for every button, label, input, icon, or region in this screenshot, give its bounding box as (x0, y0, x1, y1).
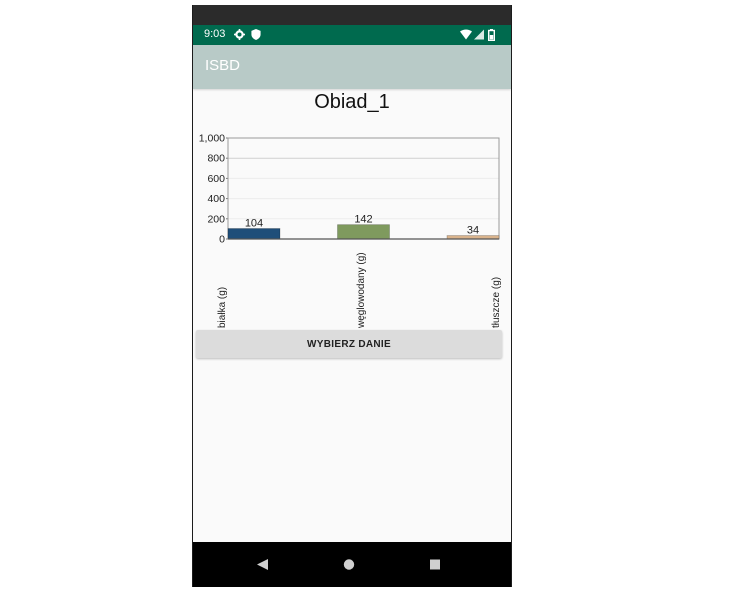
chart-title: Obiad_1 (314, 91, 390, 113)
gear-icon (234, 29, 245, 43)
status-time: 9:03 (204, 28, 226, 40)
home-icon[interactable] (319, 542, 379, 587)
y-tick-label: 400 (207, 193, 225, 205)
app-screen: 9:03 ISBD Obiad_1 0 200 400 600 800 1,000 (193, 5, 511, 587)
phone-frame: 9:03 ISBD Obiad_1 0 200 400 600 800 1,000 (192, 5, 512, 587)
choose-dish-button[interactable]: WYBIERZ DANIE (196, 330, 502, 358)
y-tick-label: 0 (219, 234, 225, 246)
bar (227, 228, 281, 240)
y-tick-label: 200 (207, 213, 225, 225)
y-tick-label: 1,000 (199, 133, 225, 145)
app-title: ISBD (205, 57, 241, 74)
x-tick-label: białka (g) (217, 287, 228, 328)
navigation-bar (193, 542, 511, 587)
y-tick-label: 600 (207, 173, 225, 185)
recents-icon[interactable] (405, 542, 465, 587)
bar (337, 224, 390, 240)
back-icon[interactable] (233, 542, 293, 587)
signal-icon (474, 29, 484, 43)
nutrition-bar-chart: 0 200 400 600 800 1,000 104 142 34 białka (g) wę… (199, 133, 502, 330)
x-tick-label: tłuszcze (g) (491, 277, 502, 328)
data-label: 34 (467, 225, 479, 237)
data-label: 104 (245, 217, 263, 229)
battery-icon (487, 29, 495, 44)
data-label: 142 (354, 214, 372, 226)
x-tick-label: węglowodany (g) (356, 252, 367, 329)
status-bar: 9:03 (193, 25, 511, 45)
shield-icon (251, 29, 261, 43)
top-bezel (193, 5, 511, 25)
y-tick-label: 800 (207, 153, 225, 165)
app-bar: ISBD (193, 45, 511, 89)
wifi-icon (460, 29, 472, 43)
